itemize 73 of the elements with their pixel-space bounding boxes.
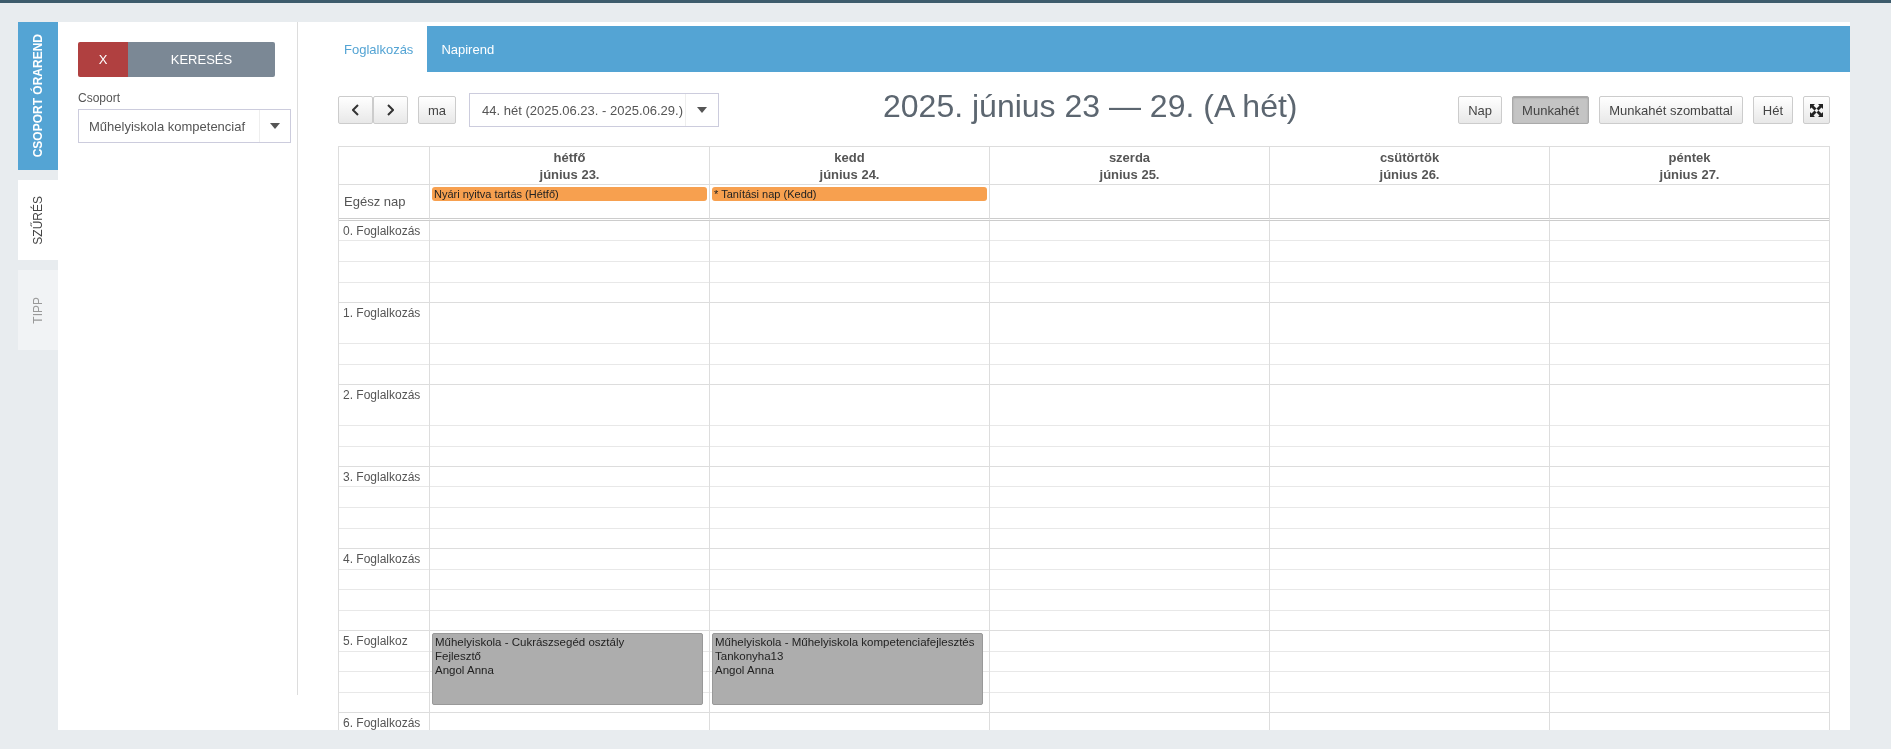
time-slot-cell[interactable]: [989, 467, 1269, 549]
previous-button[interactable]: [338, 96, 373, 124]
field-label: Csoport: [78, 91, 122, 105]
time-slot-cell[interactable]: [1269, 549, 1549, 631]
time-slot-cell[interactable]: [429, 221, 709, 303]
time-slot-cell[interactable]: [709, 467, 989, 549]
day-date: június 23.: [539, 165, 600, 183]
time-slot-cell[interactable]: [1549, 631, 1829, 713]
time-slot-cell[interactable]: [1269, 303, 1549, 385]
day-date: június 25.: [1099, 165, 1160, 183]
event-text: Műhelyiskola - Műhelyiskola kompetenciafejlesztés: [715, 635, 976, 649]
allday-event[interactable]: * Tanítási nap (Kedd): [712, 187, 987, 201]
select-value: Műhelyiskola kompetenciaf: [88, 118, 247, 134]
view-button[interactable]: Nap: [1458, 96, 1503, 124]
time-slot-cell[interactable]: [709, 549, 989, 631]
search-button[interactable]: KERESÉS: [128, 42, 275, 77]
event-block[interactable]: Műhelyiskola - Műhelyiskola kompetenciafejlesztés Tankonyha13 Angol Anna: [712, 633, 983, 705]
next-button[interactable]: [373, 96, 408, 124]
time-slot-cell[interactable]: [989, 549, 1269, 631]
time-slot-cell[interactable]: [429, 549, 709, 631]
time-slot-cell[interactable]: [1269, 467, 1549, 549]
calendar-title: 2025. június 23 — 29. (A hét): [883, 88, 1298, 125]
event-text: Angol Anna: [715, 663, 775, 677]
week-select[interactable]: 44. hét (2025.06.23. - 2025.06.29.): [469, 93, 720, 127]
sidebar-title: CSOPORT ÓRAREND: [18, 22, 58, 170]
day-name: kedd: [834, 148, 865, 166]
time-slot-cell[interactable]: [989, 385, 1269, 467]
time-slot-cell[interactable]: [709, 385, 989, 467]
fullscreen-button[interactable]: [1803, 96, 1830, 124]
day-name: hétfő: [553, 148, 586, 166]
view-button[interactable]: Munkahét: [1512, 96, 1590, 124]
view-button[interactable]: Munkahét szombattal: [1599, 96, 1743, 124]
time-slot-cell[interactable]: [1549, 549, 1829, 631]
day-name: csütörtök: [1379, 148, 1440, 166]
time-slot-cell[interactable]: [709, 303, 989, 385]
caret-icon: [270, 123, 280, 129]
time-slot-cell[interactable]: [1269, 385, 1549, 467]
day-name: szerda: [1108, 148, 1151, 166]
time-slot-cell[interactable]: [1269, 631, 1549, 713]
group-select[interactable]: Műhelyiskola kompetenciaf: [78, 109, 291, 143]
caret-icon: [697, 107, 708, 113]
time-slot-cell[interactable]: [429, 385, 709, 467]
day-date: június 27.: [1659, 165, 1720, 183]
event-text: Tankonyha13: [715, 649, 785, 663]
today-button[interactable]: ma: [418, 96, 457, 124]
select-value: 44. hét (2025.06.23. - 2025.06.29.): [481, 102, 684, 118]
time-slot-cell[interactable]: [1549, 467, 1829, 549]
view-button[interactable]: Hét: [1752, 96, 1793, 124]
time-slot-cell[interactable]: Műhelyiskola - Műhelyiskola kompetenciafejlesztés Tankonyha13 Angol Anna: [709, 631, 989, 713]
chevron-right-icon: [387, 104, 394, 116]
time-slot-cell[interactable]: [1269, 221, 1549, 303]
time-slot-cell[interactable]: [709, 221, 989, 303]
event-text: Fejlesztő: [435, 649, 483, 663]
time-slot-cell[interactable]: [429, 467, 709, 549]
time-slot-cell[interactable]: [989, 631, 1269, 713]
day-date: június 24.: [819, 165, 880, 183]
chevron-left-icon: [352, 104, 359, 116]
time-slot-cell[interactable]: [429, 303, 709, 385]
time-slot-cell[interactable]: [1549, 221, 1829, 303]
side-tab[interactable]: SZŰRÉS: [18, 180, 58, 260]
event-block[interactable]: Műhelyiskola - Cukrászsegéd osztály Fejlesztő Angol Anna: [432, 633, 703, 705]
time-slot-cell[interactable]: Műhelyiskola - Cukrászsegéd osztály Fejlesztő Angol Anna: [429, 631, 709, 713]
time-slot-cell[interactable]: [989, 303, 1269, 385]
clear-button[interactable]: X: [78, 42, 128, 77]
time-slot-cell[interactable]: [1549, 385, 1829, 467]
expand-icon: [1810, 103, 1823, 117]
day-date: június 26.: [1379, 165, 1440, 183]
time-slot-cell[interactable]: [989, 221, 1269, 303]
event-text: Műhelyiskola - Cukrászsegéd osztály: [435, 635, 626, 649]
allday-event[interactable]: Nyári nyitva tartás (Hétfő): [432, 187, 707, 201]
time-slot-cell[interactable]: [1549, 303, 1829, 385]
event-text: Angol Anna: [435, 663, 495, 677]
day-name: péntek: [1668, 148, 1711, 166]
